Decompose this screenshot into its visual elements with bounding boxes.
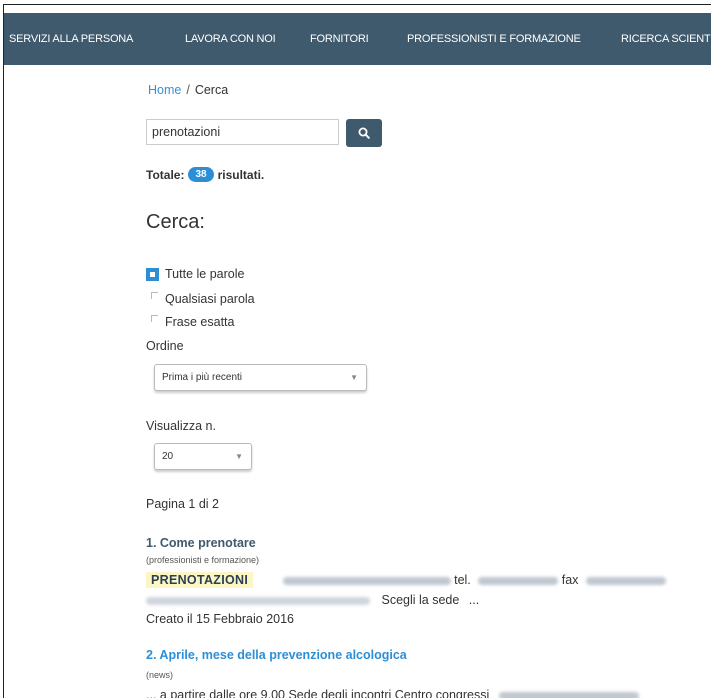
nav-item-ricerca[interactable]: RICERCA SCIENT (621, 33, 711, 45)
snippet-ellipsis: ... (468, 593, 480, 607)
result-snippet: Scegli la sede ... (146, 593, 479, 607)
order-select-value: Prima i più recenti (162, 372, 243, 383)
breadcrumb: Home / Cerca (148, 83, 228, 97)
redacted-text (282, 576, 451, 585)
fax-label: fax (561, 573, 579, 587)
pagination-info: Pagina 1 di 2 (146, 497, 219, 511)
radio-any-word[interactable]: Qualsiasi parola (146, 292, 255, 306)
total-suffix: risultati. (217, 167, 265, 182)
search-button[interactable] (346, 119, 382, 147)
total-prefix: Totale: (146, 167, 185, 182)
tel-label: tel. (454, 573, 471, 587)
radio-all-words[interactable]: Tutte le parole (146, 267, 244, 281)
redacted-text (498, 691, 639, 698)
redacted-text (146, 596, 370, 605)
redacted-text (478, 576, 559, 585)
results-total: Totale: 38 risultati. (146, 167, 264, 182)
browser-frame: SERVIZI ALLA PERSONA LAVORA CON NOI FORN… (3, 4, 711, 698)
nav-item-professionisti[interactable]: PROFESSIONISTI E FORMAZIONE (407, 33, 581, 45)
nav-item-servizi[interactable]: SERVIZI ALLA PERSONA (9, 33, 133, 45)
result-snippet: PRENOTAZIONI tel. fax (146, 572, 666, 588)
search-highlight: PRENOTAZIONI (146, 572, 254, 588)
radio-label: Tutte le parole (165, 267, 245, 281)
limit-select-value: 20 (162, 451, 174, 462)
breadcrumb-current: Cerca (194, 83, 229, 97)
nav-item-lavora[interactable]: LAVORA CON NOI (185, 33, 276, 45)
limit-label: Visualizza n. (146, 419, 216, 433)
sede-text: Scegli la sede (381, 593, 460, 607)
search-form-heading: Cerca: (146, 211, 205, 233)
radio-unchecked-icon[interactable] (151, 292, 158, 299)
results-count-badge: 38 (188, 167, 214, 182)
result-snippet: ... a partire dalle ore 9.00 Sede degli … (146, 688, 639, 698)
result-created-date: Creato il 15 Febbraio 2016 (146, 612, 295, 626)
result-title[interactable]: 1. Come prenotare (146, 536, 256, 550)
snippet-text: ... a partire dalle ore 9.00 Sede degli … (146, 688, 490, 698)
top-navigation: SERVIZI ALLA PERSONA LAVORA CON NOI FORN… (4, 13, 711, 65)
breadcrumb-home-link[interactable]: Home (148, 83, 181, 97)
nav-item-fornitori[interactable]: FORNITORI (310, 33, 369, 45)
radio-exact-phrase[interactable]: Frase esatta (146, 315, 234, 329)
redacted-text (585, 576, 666, 585)
order-select[interactable]: Prima i più recenti ▼ (154, 364, 367, 391)
limit-select[interactable]: 20 ▼ (154, 443, 252, 470)
result-title[interactable]: 2. Aprile, mese della prevenzione alcolo… (146, 648, 407, 662)
chevron-down-icon: ▼ (350, 373, 358, 382)
radio-label: Qualsiasi parola (165, 292, 255, 306)
radio-checked-icon[interactable] (146, 267, 159, 281)
search-icon (358, 127, 370, 139)
radio-label: Frase esatta (165, 315, 235, 329)
chevron-down-icon: ▼ (235, 452, 243, 461)
search-input[interactable] (146, 119, 339, 145)
breadcrumb-separator: / (186, 83, 190, 97)
order-label: Ordine (146, 339, 184, 353)
radio-unchecked-icon[interactable] (151, 315, 158, 322)
result-category: (news) (146, 670, 174, 680)
result-category: (professionisti e formazione) (146, 555, 260, 565)
